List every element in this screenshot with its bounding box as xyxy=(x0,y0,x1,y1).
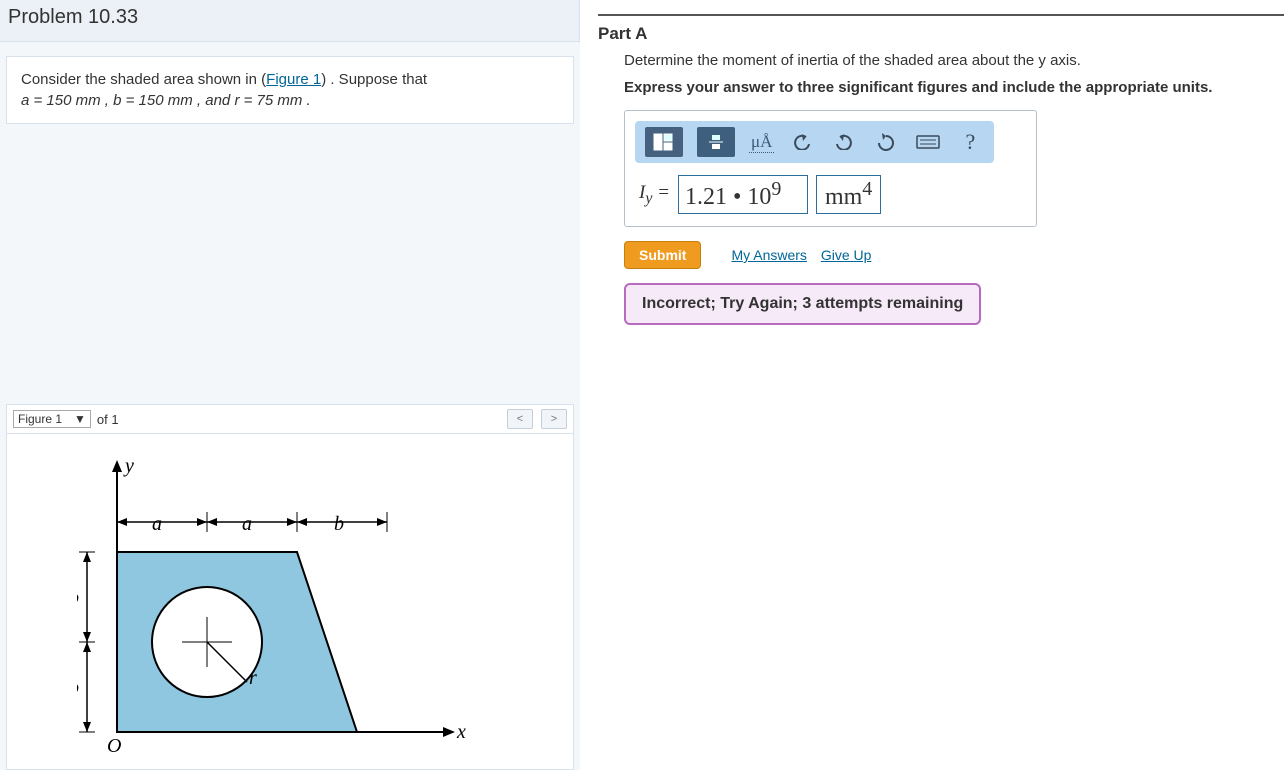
label-a1: a xyxy=(152,513,162,535)
figure-body: r y x O xyxy=(7,434,573,769)
figure-prev-button[interactable]: < xyxy=(507,409,533,429)
give-up-link[interactable]: Give Up xyxy=(821,247,872,263)
x-axis-arrow xyxy=(443,727,455,737)
problem-params: a = 150 mm , b = 150 mm , and r = 75 mm … xyxy=(21,92,311,109)
redo-icon[interactable] xyxy=(830,129,858,155)
figure-selector-label: Figure 1 xyxy=(18,412,62,426)
answer-input-row: Iy = 1.21 • 109 mm4 xyxy=(635,173,994,216)
answer-links: My Answers Give Up xyxy=(731,247,881,263)
label-x: x xyxy=(456,721,466,743)
units-uA-button[interactable]: μÅ xyxy=(749,132,774,153)
figure-next-button[interactable]: > xyxy=(541,409,567,429)
fraction-icon[interactable] xyxy=(697,127,735,157)
my-answers-link[interactable]: My Answers xyxy=(731,247,806,263)
figure-svg: r y x O xyxy=(77,452,467,752)
problem-text-prefix: Consider the shaded area shown in ( xyxy=(21,71,266,88)
value-input[interactable]: 1.21 • 109 xyxy=(678,175,808,214)
figure-of-label: of 1 xyxy=(97,412,119,427)
chevron-down-icon: ▼ xyxy=(74,412,86,426)
submit-button[interactable]: Submit xyxy=(624,241,701,269)
action-row: Submit My Answers Give Up xyxy=(624,241,1284,269)
label-b-left1: b xyxy=(77,587,79,609)
units-input[interactable]: mm4 xyxy=(816,175,881,214)
label-r: r xyxy=(249,667,257,689)
problem-title: Problem 10.33 xyxy=(0,0,580,42)
label-y: y xyxy=(123,455,134,477)
part-divider xyxy=(598,14,1284,16)
figure-selector[interactable]: Figure 1 ▼ xyxy=(13,410,91,428)
figure-panel: Figure 1 ▼ of 1 < > xyxy=(6,404,574,770)
keyboard-icon[interactable] xyxy=(914,129,942,155)
answer-hint: Express your answer to three significant… xyxy=(624,79,1284,96)
answer-toolbar: μÅ ? xyxy=(635,121,994,163)
feedback-message: Incorrect; Try Again; 3 attempts remaini… xyxy=(624,283,981,325)
variable-label: Iy = xyxy=(639,182,670,208)
template-icon[interactable] xyxy=(645,127,683,157)
label-O: O xyxy=(107,735,121,752)
problem-text-suffix: ) . Suppose that xyxy=(321,71,427,88)
undo-icon[interactable] xyxy=(788,129,816,155)
problem-statement: Consider the shaded area shown in (Figur… xyxy=(6,56,574,124)
answer-box: μÅ ? Iy = xyxy=(624,110,1037,227)
reset-icon[interactable] xyxy=(872,129,900,155)
help-icon[interactable]: ? xyxy=(956,129,984,155)
y-axis-arrow xyxy=(112,460,122,472)
figure-header: Figure 1 ▼ of 1 < > xyxy=(7,405,573,434)
question-text: Determine the moment of inertia of the s… xyxy=(624,52,1284,69)
label-b-left2: b xyxy=(77,677,79,699)
figure-link[interactable]: Figure 1 xyxy=(266,71,321,88)
label-b-top: b xyxy=(334,513,344,535)
label-a2: a xyxy=(242,513,252,535)
part-title: Part A xyxy=(598,20,1284,52)
